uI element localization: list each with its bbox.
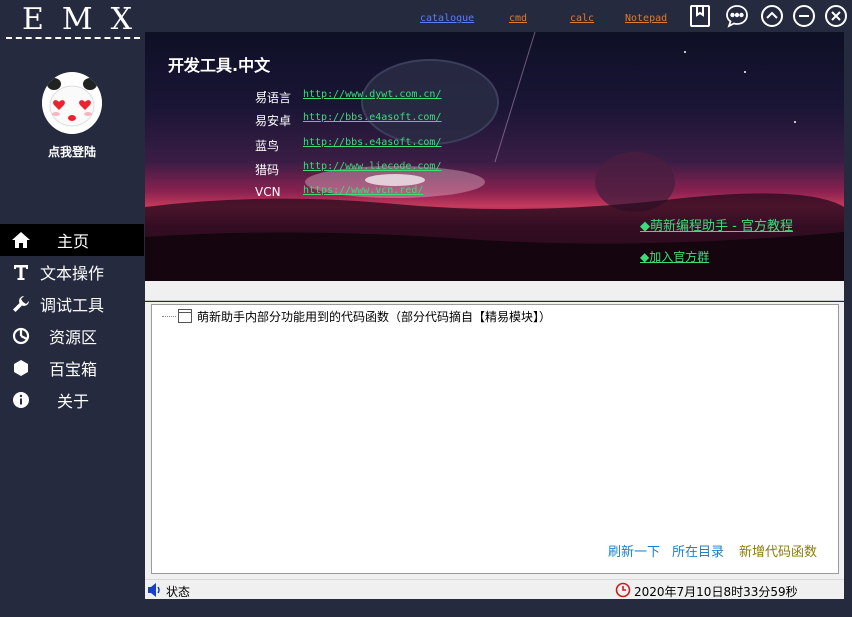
toolbar-strip: [145, 281, 844, 301]
sidebar-item-label: 主页: [56, 232, 89, 251]
window-icon: [178, 309, 192, 323]
tree-connector: [162, 315, 176, 317]
site-name: VCN: [255, 185, 281, 199]
sidebar-item-text[interactable]: 文本操作: [0, 256, 144, 288]
calc-link[interactable]: calc: [570, 13, 594, 24]
sidebar-item-label: 文本操作: [40, 264, 105, 283]
catalogue-link[interactable]: catalogue: [420, 13, 474, 24]
book-icon[interactable]: [688, 4, 712, 28]
sidebar-item-label: 百宝箱: [48, 360, 97, 379]
site-name: 易安卓: [255, 114, 292, 128]
sidebar-nav: 主页 文本操作 调试工具 资源区 百宝箱 关于: [0, 224, 144, 416]
banner-title: 开发工具.中文: [168, 56, 271, 75]
chat-icon[interactable]: [725, 4, 749, 28]
app-logo: EMX: [22, 2, 150, 37]
tree-node-label: 萌新助手内部分功能用到的代码函数（部分代码摘自【精易模块】）: [197, 309, 552, 324]
tutorial-link[interactable]: ◆萌新编程助手 - 官方教程: [640, 215, 793, 234]
site-name: 蓝鸟: [255, 139, 280, 153]
sidebar-item-about[interactable]: 关于: [0, 384, 144, 416]
site-name: 猎码: [255, 163, 280, 177]
text-icon: [10, 261, 32, 283]
refresh-button[interactable]: 刷新一下: [608, 541, 660, 560]
chevron-up-icon[interactable]: [760, 4, 784, 28]
status-time: 2020年7月10日8时33分59秒: [634, 585, 798, 599]
speaker-icon: [147, 582, 163, 598]
home-icon: [10, 229, 32, 251]
open-directory-button[interactable]: 所在目录: [672, 541, 724, 560]
wrench-icon: [10, 293, 32, 315]
info-icon: [10, 389, 32, 411]
sidebar-item-label: 资源区: [48, 328, 97, 347]
sidebar-item-debug[interactable]: 调试工具: [0, 288, 144, 320]
status-label: 状态: [166, 585, 191, 599]
site-url-link[interactable]: http://bbs.e4asoft.com/: [303, 137, 441, 148]
tree-node[interactable]: 萌新助手内部分功能用到的代码函数（部分代码摘自【精易模块】）: [162, 307, 551, 325]
hexagon-icon: [10, 357, 32, 379]
join-group-link[interactable]: ◆加入官方群: [640, 248, 709, 265]
code-tree[interactable]: 萌新助手内部分功能用到的代码函数（部分代码摘自【精易模块】） 刷新一下 所在目录…: [151, 304, 839, 574]
logo-underline: [6, 37, 140, 45]
login-label[interactable]: 点我登陆: [0, 143, 144, 160]
site-name: 易语言: [255, 91, 292, 105]
avatar[interactable]: [42, 72, 102, 134]
pie-chart-icon: [10, 325, 32, 347]
sidebar-item-home[interactable]: 主页: [0, 224, 144, 256]
site-url-link[interactable]: http://www.dywt.com.cn/: [303, 89, 441, 100]
close-icon[interactable]: [824, 4, 848, 28]
notepad-link[interactable]: Notepad: [625, 13, 667, 24]
sidebar-item-label: 关于: [56, 392, 89, 411]
sidebar-item-resources[interactable]: 资源区: [0, 320, 144, 352]
site-url-link[interactable]: http://www.liecode.com/: [303, 161, 441, 172]
add-code-function-button[interactable]: 新增代码函数: [739, 541, 817, 560]
sidebar-item-toolbox[interactable]: 百宝箱: [0, 352, 144, 384]
cmd-link[interactable]: cmd: [509, 13, 527, 24]
sidebar-item-label: 调试工具: [40, 296, 105, 315]
status-bar: 状态 2020年7月10日8时33分59秒: [145, 579, 844, 599]
clock-icon: [615, 582, 631, 598]
content-panel: 萌新助手内部分功能用到的代码函数（部分代码摘自【精易模块】） 刷新一下 所在目录…: [145, 302, 844, 579]
site-url-link[interactable]: http://bbs.e4asoft.com/: [303, 112, 441, 123]
minimize-icon[interactable]: [792, 4, 816, 28]
banner: 开发工具.中文 易语言 http://www.dywt.com.cn/ 易安卓 …: [145, 32, 844, 281]
site-url-link[interactable]: https://www.vcn.red/: [303, 185, 423, 196]
